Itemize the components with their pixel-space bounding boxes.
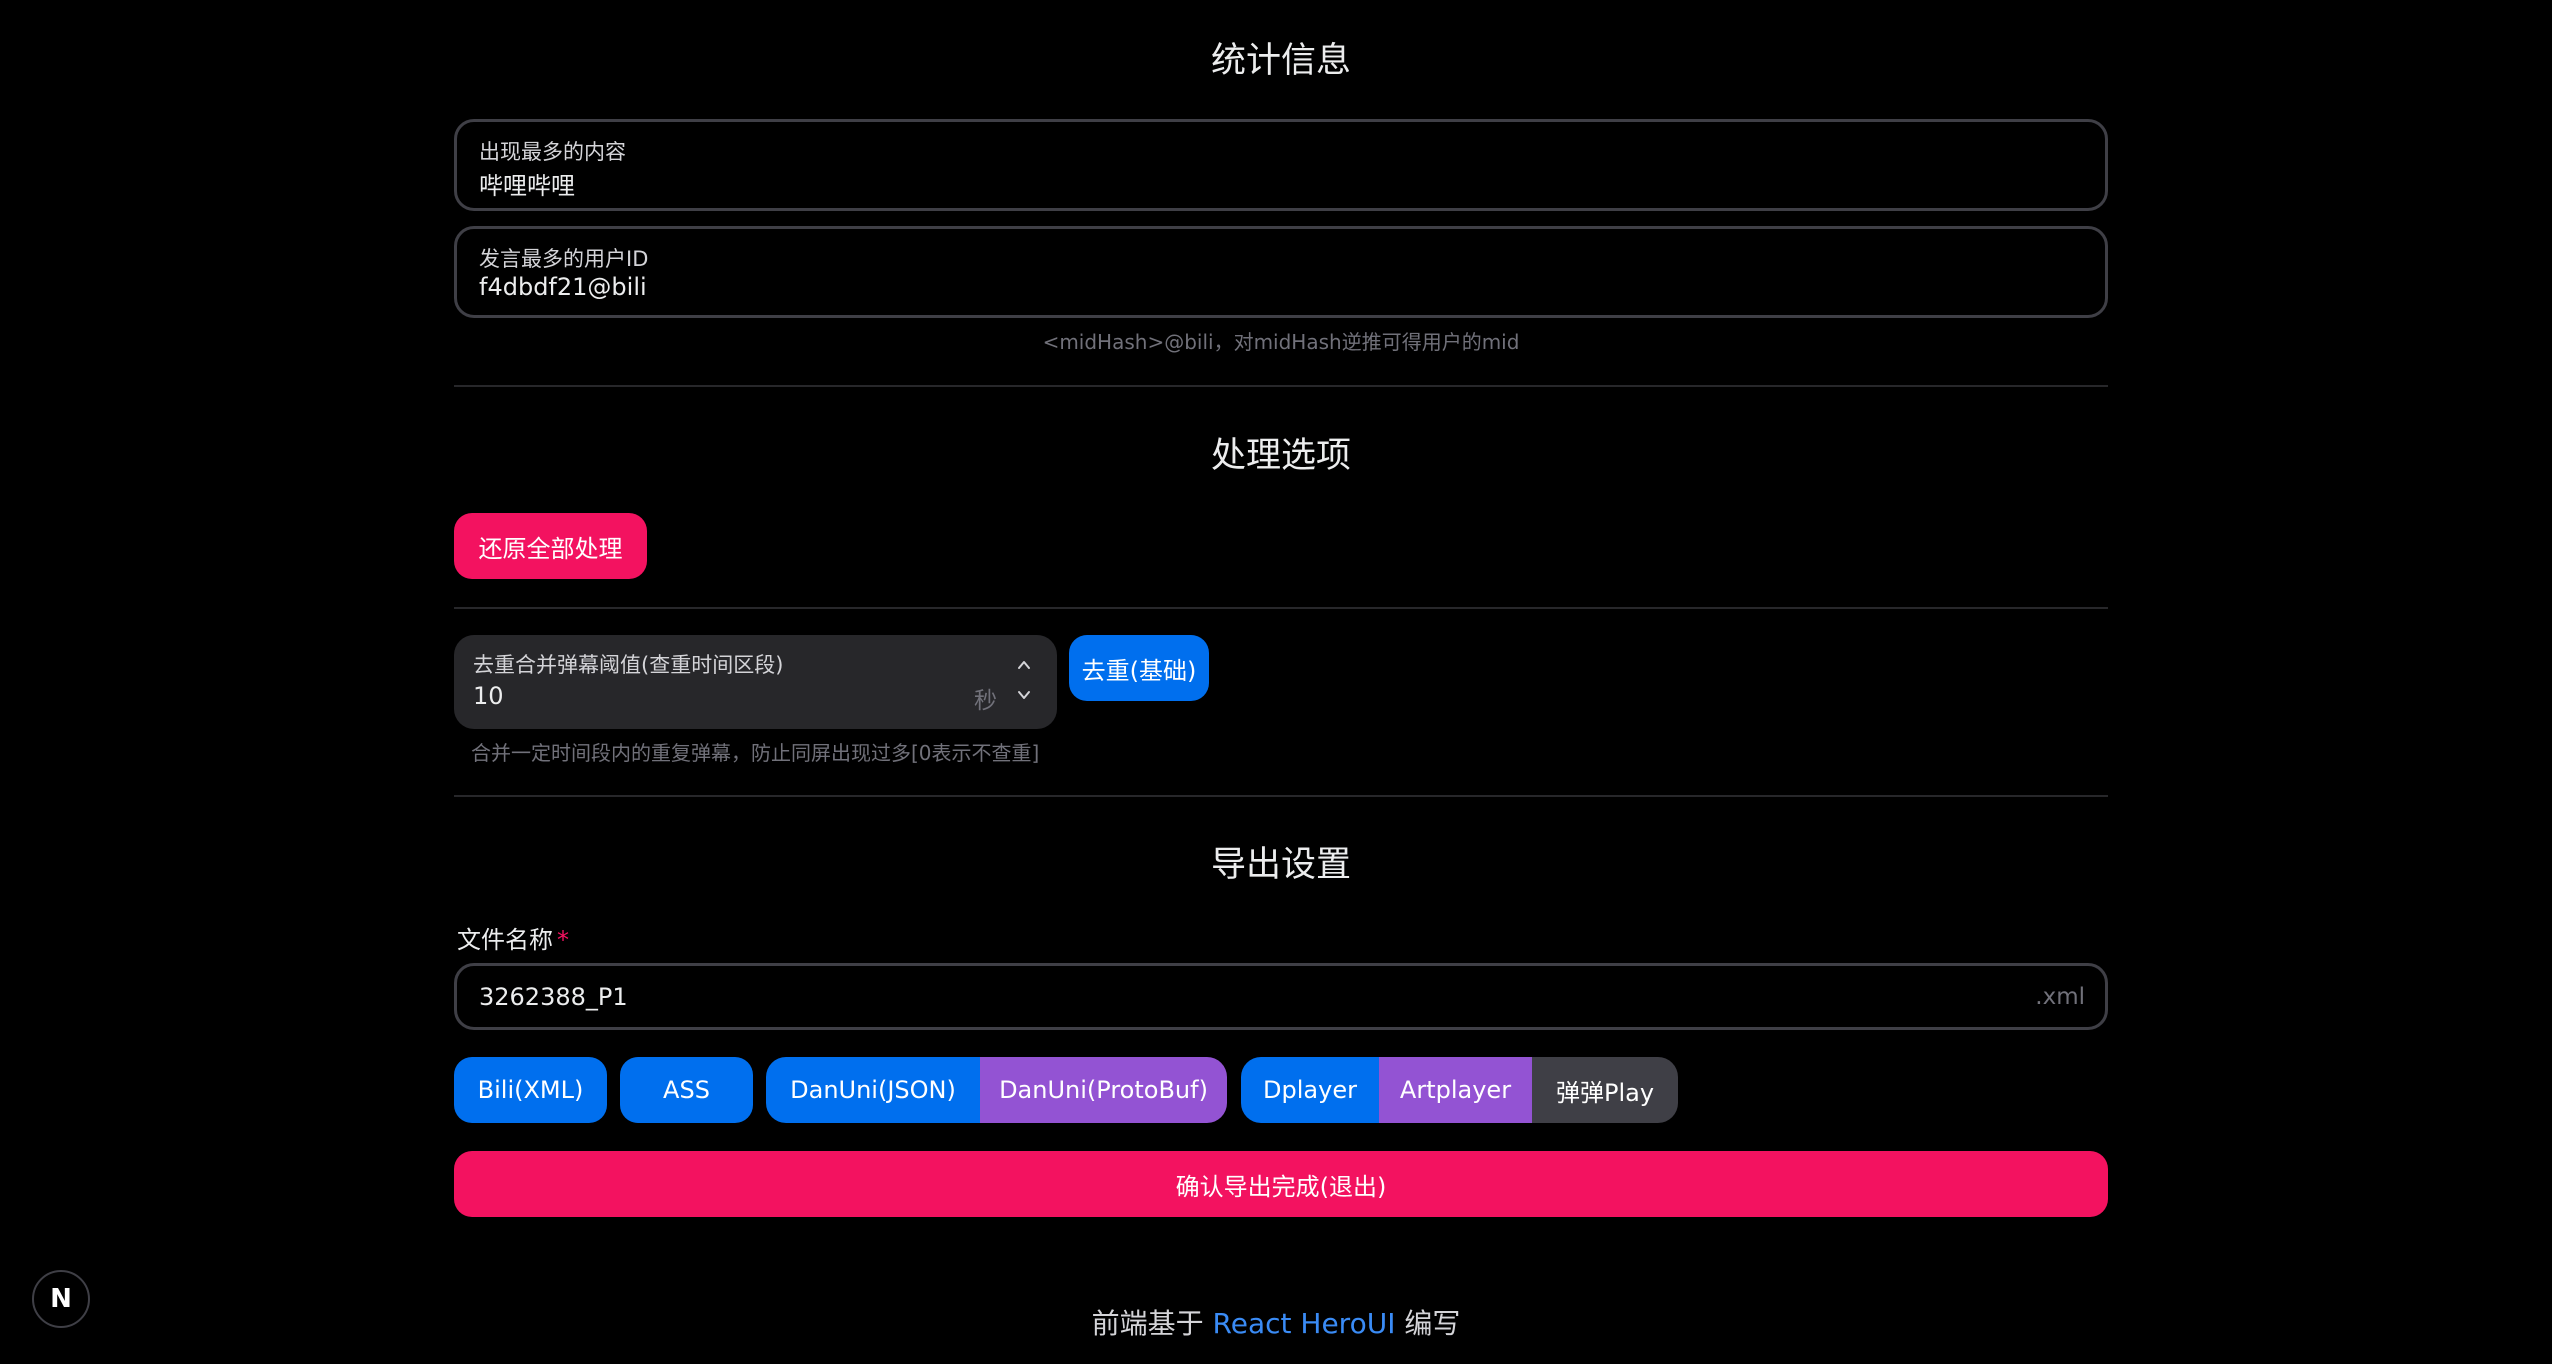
dedup-basic-button[interactable]: 去重(基础) (1069, 635, 1209, 701)
most-content-label: 出现最多的内容 (479, 140, 626, 164)
filename-value: 3262388_P1 (479, 983, 628, 1011)
filename-label: 文件名称 * (457, 920, 569, 955)
next-logo-icon: N (50, 1284, 72, 1314)
export-ass-button[interactable]: ASS (620, 1057, 753, 1123)
danuni-button-group: DanUni(JSON) DanUni(ProtoBuf) (766, 1057, 1227, 1123)
required-mark: * (557, 926, 569, 954)
stats-title: 统计信息 (1210, 41, 1351, 81)
filename-suffix: .xml (2035, 984, 2085, 1010)
filename-label-text: 文件名称 (457, 926, 553, 954)
footer-prefix: 前端基于 (1091, 1307, 1204, 1340)
user-id-description: <midHash>@bili，对midHash逆推可得用户的mid (1042, 330, 1520, 354)
export-danmaku-play-button[interactable]: 弹弹Play (1532, 1057, 1678, 1123)
nextjs-dev-badge[interactable]: N (32, 1270, 90, 1328)
export-danuni-protobuf-button[interactable]: DanUni(ProtoBuf) (980, 1057, 1227, 1123)
footer-suffix: 编写 (1404, 1307, 1461, 1340)
confirm-export-button[interactable]: 确认导出完成(退出) (454, 1151, 2108, 1217)
filename-input[interactable]: 3262388_P1 .xml (454, 963, 2108, 1030)
seconds-unit: 秒 (974, 688, 997, 714)
dedup-threshold-input[interactable]: 去重合并弹幕阈值(查重时间区段) 10 秒 (454, 635, 1057, 729)
most-content-value: 哔哩哔哩 (479, 172, 575, 200)
most-user-label: 发言最多的用户ID (479, 247, 649, 271)
export-title: 导出设置 (1210, 845, 1351, 885)
footer: 前端基于 React HeroUI 编写 (0, 1302, 2552, 1342)
processing-title: 处理选项 (1210, 436, 1351, 476)
dedup-threshold-label: 去重合并弹幕阈值(查重时间区段) (473, 653, 784, 677)
chevron-up-icon[interactable] (1017, 657, 1031, 671)
export-dplayer-button[interactable]: Dplayer (1241, 1057, 1379, 1123)
restore-all-button[interactable]: 还原全部处理 (454, 513, 647, 579)
export-danuni-json-button[interactable]: DanUni(JSON) (766, 1057, 980, 1123)
page: 统计信息 出现最多的内容 哔哩哔哩 发言最多的用户ID f4dbdf21@bil… (0, 0, 2552, 1364)
most-content-field[interactable]: 出现最多的内容 哔哩哔哩 (454, 119, 2108, 211)
chevron-down-icon[interactable] (1017, 687, 1031, 701)
divider (454, 607, 2108, 609)
dedup-description: 合并一定时间段内的重复弹幕，防止同屏出现过多[0表示不查重] (471, 741, 1040, 765)
export-bili-xml-button[interactable]: Bili(XML) (454, 1057, 607, 1123)
most-user-field[interactable]: 发言最多的用户ID f4dbdf21@bili (454, 226, 2108, 318)
most-user-value: f4dbdf21@bili (479, 273, 647, 301)
player-button-group: Dplayer Artplayer 弹弹Play (1241, 1057, 1678, 1123)
divider (454, 795, 2108, 797)
dedup-threshold-value: 10 (473, 682, 504, 710)
export-artplayer-button[interactable]: Artplayer (1379, 1057, 1532, 1123)
react-heroui-link[interactable]: React HeroUI (1213, 1307, 1396, 1340)
divider (454, 385, 2108, 387)
